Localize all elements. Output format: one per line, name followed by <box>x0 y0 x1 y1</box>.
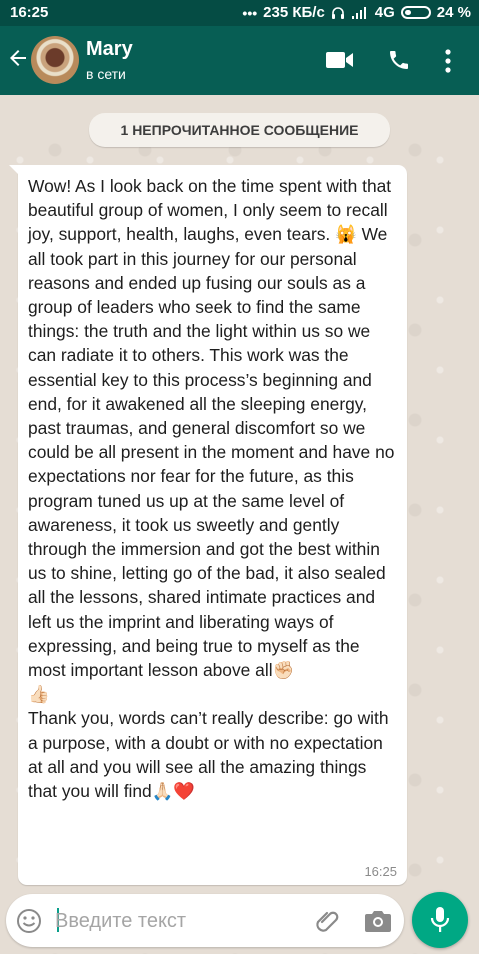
battery-icon <box>400 6 431 19</box>
attach-icon[interactable] <box>314 907 342 935</box>
camera-icon[interactable] <box>364 908 392 934</box>
mic-icon <box>430 907 450 932</box>
avatar[interactable] <box>31 36 79 84</box>
battery-level: 24 % <box>436 4 471 21</box>
status-time: 16:25 <box>10 4 49 21</box>
message-time: 16:25 <box>364 864 397 879</box>
message-text: Wow! As I look back on the time spent wi… <box>28 176 395 802</box>
network-type: 4G <box>374 4 395 21</box>
mic-button[interactable] <box>412 892 468 948</box>
contact-name[interactable]: Mary <box>86 38 133 61</box>
back-arrow-icon[interactable] <box>6 46 30 70</box>
video-call-icon[interactable] <box>326 51 354 69</box>
more-vert-icon[interactable] <box>444 48 452 74</box>
network-speed: 235 КБ/с <box>263 4 325 21</box>
contact-status: в сети <box>86 66 126 82</box>
signal-icon <box>351 6 366 19</box>
emoji-icon[interactable] <box>16 908 42 934</box>
incoming-message-bubble[interactable]: Wow! As I look back on the time spent wi… <box>9 165 407 885</box>
status-bar: 16:25 ••• 235 КБ/с 4G 24 % <box>0 0 479 26</box>
status-indicators: ••• 235 КБ/с 4G 24 % <box>242 4 471 21</box>
unread-messages-label: 1 НЕПРОЧИТАННОЕ СООБЩЕНИЕ <box>89 113 390 147</box>
headphones-icon <box>331 6 344 19</box>
message-input[interactable] <box>53 902 297 940</box>
chat-header: Mary в сети <box>0 26 479 95</box>
phone-icon[interactable] <box>387 48 411 72</box>
message-input-bar <box>6 894 404 947</box>
more-dots-icon: ••• <box>242 4 258 21</box>
